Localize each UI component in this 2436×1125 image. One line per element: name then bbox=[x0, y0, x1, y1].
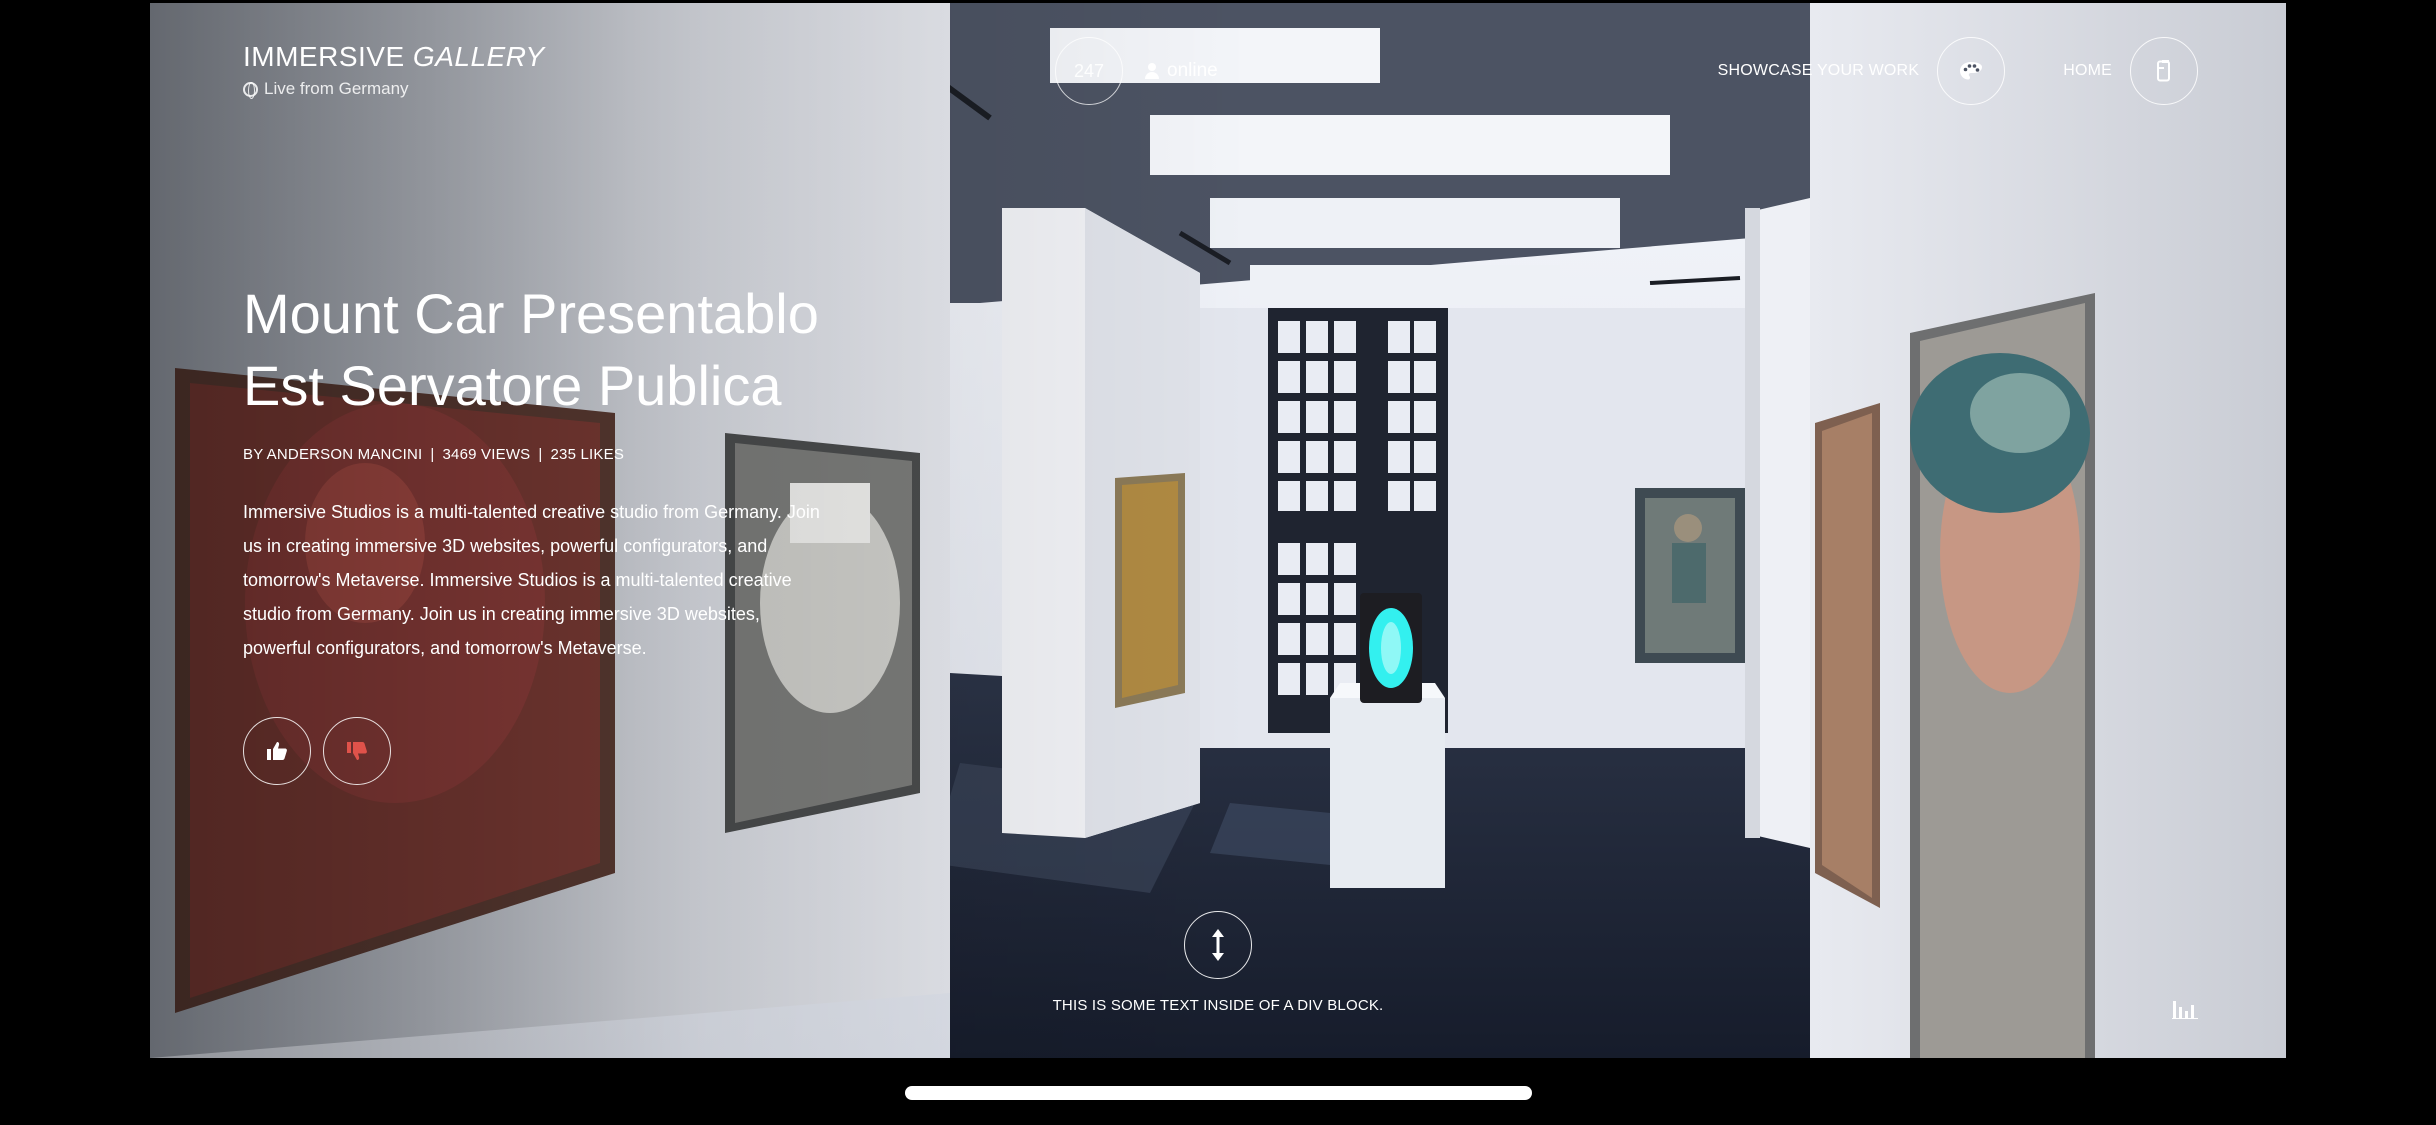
scroll-hint: THIS IS SOME TEXT INSIDE OF A DIV BLOCK. bbox=[150, 911, 2286, 1014]
home-button[interactable] bbox=[2130, 37, 2198, 105]
home-link[interactable]: HOME bbox=[2063, 62, 2112, 80]
artwork-title-line-1: Mount Car Presentablo bbox=[243, 282, 819, 345]
audio-toggle[interactable] bbox=[2172, 997, 2198, 1024]
like-button[interactable] bbox=[243, 717, 311, 785]
user-icon bbox=[1145, 63, 1159, 79]
vertical-arrows-icon bbox=[1212, 929, 1224, 961]
top-navigation: SHOWCASE YOUR WORK HOME bbox=[1718, 37, 2198, 105]
brand-title: IMMERSIVE GALLERY bbox=[243, 41, 545, 73]
artwork-description: Immersive Studios is a multi-talented cr… bbox=[243, 502, 820, 658]
artwork-title: Mount Car Presentablo Est Servatore Publ… bbox=[243, 278, 883, 422]
gallery-viewport[interactable]: IMMERSIVE GALLERY Live from Germany 247 … bbox=[150, 3, 2286, 1058]
globe-icon bbox=[243, 81, 258, 99]
brand-title-italic: GALLERY bbox=[412, 41, 545, 72]
artwork-info: Mount Car Presentablo Est Servatore Publ… bbox=[243, 278, 883, 665]
vote-buttons bbox=[243, 717, 391, 785]
scroll-button[interactable] bbox=[1184, 911, 1252, 979]
location-line: Live from Germany bbox=[243, 79, 545, 99]
brand-title-plain: IMMERSIVE bbox=[243, 41, 405, 72]
scroll-hint-text: THIS IS SOME TEXT INSIDE OF A DIV BLOCK. bbox=[1052, 997, 1384, 1014]
location-text: Live from Germany bbox=[264, 79, 409, 98]
meta-separator: | bbox=[430, 446, 435, 463]
home-indicator[interactable] bbox=[905, 1086, 1532, 1100]
online-counter: 247 online bbox=[1055, 37, 1218, 105]
palette-icon bbox=[1960, 62, 1983, 80]
phone-home-icon bbox=[2157, 60, 2170, 82]
meta-separator: | bbox=[538, 446, 543, 463]
thumbs-down-icon bbox=[347, 742, 367, 760]
artwork-likes: 235 LIKES bbox=[550, 446, 625, 463]
showcase-link[interactable]: SHOWCASE YOUR WORK bbox=[1718, 62, 1920, 80]
online-count: 247 bbox=[1055, 37, 1123, 105]
online-status: online bbox=[1145, 60, 1218, 82]
equalizer-icon bbox=[2172, 1001, 2198, 1020]
thumbs-up-icon bbox=[267, 742, 287, 760]
artwork-meta: BY ANDERSON MANCINI | 3469 VIEWS | 235 L… bbox=[243, 446, 883, 463]
dislike-button[interactable] bbox=[323, 717, 391, 785]
artwork-title-line-2: Est Servatore Publica bbox=[243, 354, 782, 417]
artwork-author: BY ANDERSON MANCINI bbox=[243, 446, 423, 463]
showcase-button[interactable] bbox=[1937, 37, 2006, 105]
artwork-views: 3469 VIEWS bbox=[442, 446, 531, 463]
online-label: online bbox=[1167, 60, 1218, 81]
brand[interactable]: IMMERSIVE GALLERY Live from Germany bbox=[243, 41, 545, 99]
